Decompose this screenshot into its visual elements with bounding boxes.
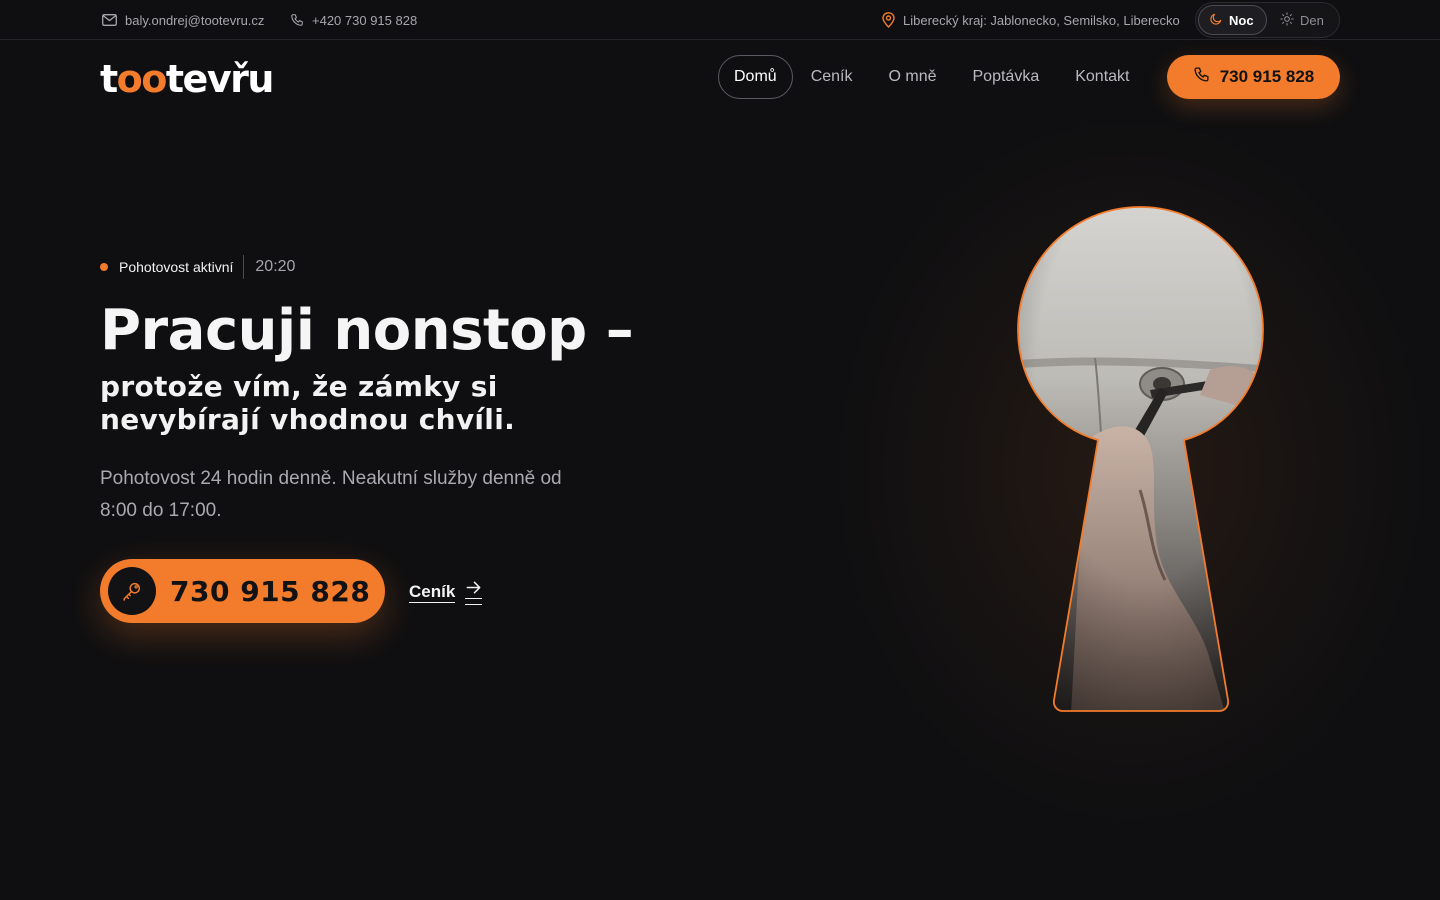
arrow-right-icon [465,579,483,605]
theme-night-label: Noc [1229,12,1254,28]
hero-title: Pracuji nonstop – [100,298,634,363]
nav-item-domu[interactable]: Domů [718,55,793,99]
pricing-link-label: Ceník [409,581,456,603]
status-time: 20:20 [255,258,296,275]
header-call-button[interactable]: 730 915 828 [1167,55,1340,99]
pricing-link[interactable]: Ceník [409,578,483,606]
hero-call-number: 730 915 828 [170,574,371,608]
logo-text: tootevřu [100,57,274,101]
topbar-email-text: baly.ondrej@tootevru.cz [125,12,265,28]
hero-subtitle: protože vím, že zámky si nevybírají vhod… [100,370,516,436]
topbar-phone-text: +420 730 915 828 [312,12,418,28]
mail-icon [102,14,117,26]
theme-switch: Noc Den [1195,2,1340,38]
topbar-phone-link[interactable]: +420 730 915 828 [290,0,417,40]
hero-lead: Pohotovost 24 hodin denně. Neakutní služ… [100,468,562,521]
phone-icon [290,13,304,27]
nav-item-kontakt[interactable]: Kontakt [1057,55,1147,99]
nav-item-poptavka[interactable]: Poptávka [955,55,1058,99]
hero-call-button[interactable]: 730 915 828 [100,559,385,623]
nav-item-o-mne[interactable]: O mně [870,55,954,99]
key-icon [108,567,156,615]
top-bar: baly.ondrej@tootevru.cz +420 730 915 828… [0,0,1440,40]
nav-item-cenik[interactable]: Ceník [793,55,871,99]
site-logo[interactable]: tootevřu [100,57,274,101]
status-divider [243,255,245,279]
topbar-email-link[interactable]: baly.ondrej@tootevru.cz [102,0,264,40]
status-dot [100,263,108,271]
availability-status: Pohotovost aktivní 20:20 [100,254,295,280]
theme-day-label: Den [1300,12,1324,28]
moon-icon [1209,12,1223,29]
keyhole-image [1000,190,1290,735]
sun-icon [1280,11,1294,29]
theme-night-button[interactable]: Noc [1198,5,1267,35]
phone-icon [1193,66,1210,88]
main-nav: Domů Ceník O mně Poptávka Kontakt [718,55,1147,99]
topbar-location-text: Liberecký kraj: Jablonecko, Semilsko, Li… [903,12,1180,28]
status-label: Pohotovost aktivní [119,259,234,275]
topbar-location: Liberecký kraj: Jablonecko, Semilsko, Li… [882,0,1180,40]
location-pin-icon [882,12,895,28]
theme-day-button[interactable]: Den [1270,5,1336,35]
header-call-number: 730 915 828 [1219,67,1315,86]
